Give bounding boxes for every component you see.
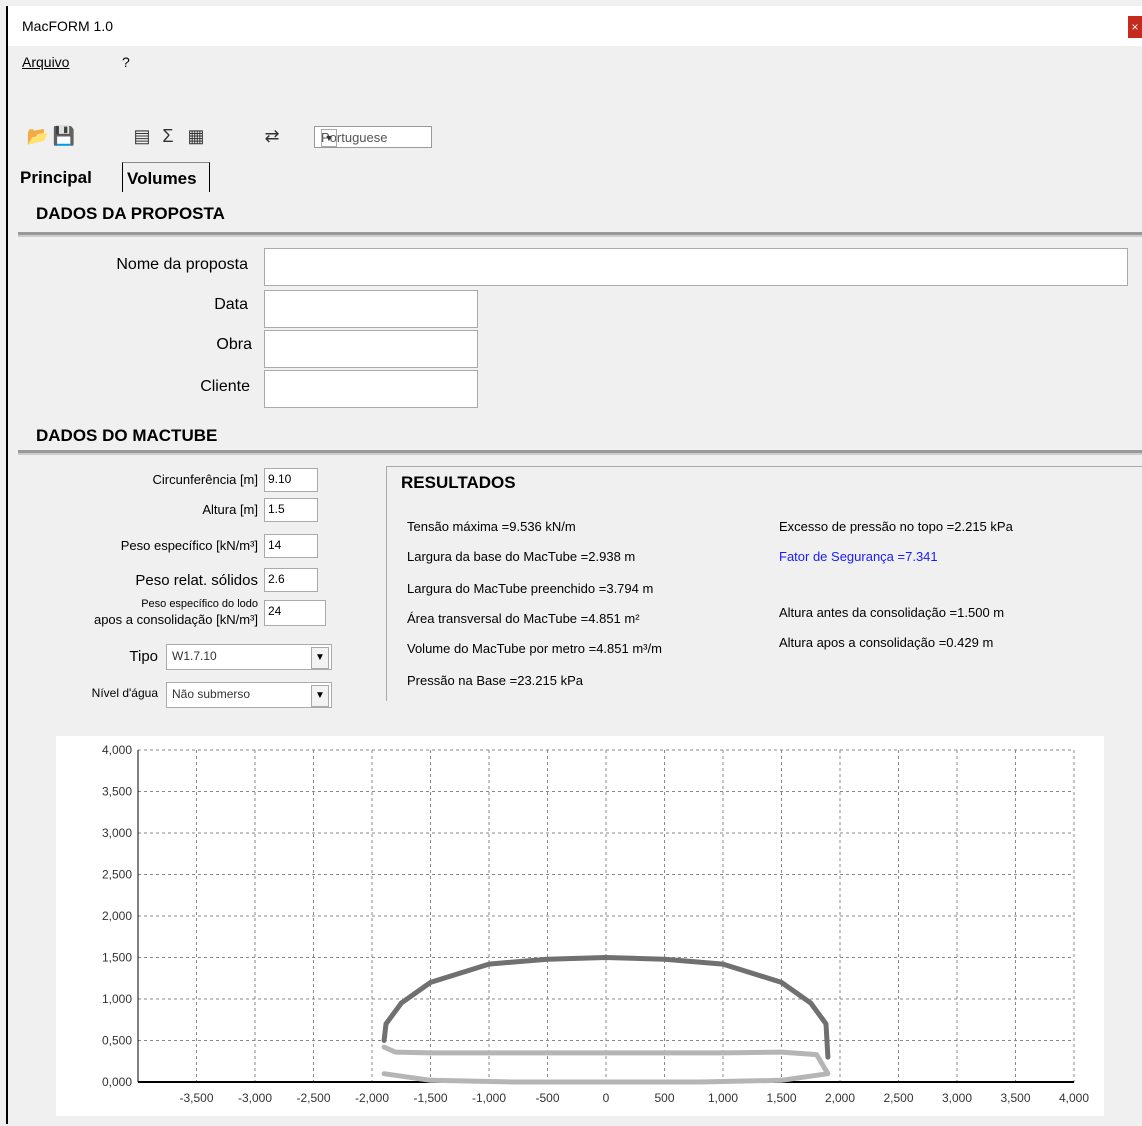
x-tick-label: 2,000	[825, 1091, 855, 1105]
sludge-weight-label-2: apos a consolidação [kN/m³]	[93, 612, 258, 627]
sludge-weight-field[interactable]: 24	[264, 600, 326, 626]
profile-chart: 0,000 0,500 1,000 1,500 2,000 2,500 3,000 3,500…	[102, 743, 1089, 1105]
mactube-section-title: DADOS DO MACTUBE	[36, 426, 218, 445]
client-label: Cliente	[200, 378, 250, 395]
save-icon[interactable]: 💾	[52, 124, 76, 148]
x-tick-label: 0	[603, 1091, 610, 1105]
window-title: MacFORM 1.0	[22, 18, 114, 34]
date-label: Data	[214, 296, 248, 313]
title-bar: MacFORM 1.0 ×	[8, 6, 1142, 46]
height-label: Altura [m]	[202, 502, 258, 517]
y-tick-label: 3,500	[102, 785, 132, 799]
x-tick-label: -2,000	[355, 1091, 389, 1105]
y-tick-label: 3,000	[102, 826, 132, 840]
top-pressure: Excesso de pressão no topo =2.215 kPa	[779, 519, 1013, 534]
x-tick-label: 4,000	[1059, 1091, 1089, 1105]
date-field[interactable]	[264, 290, 478, 328]
work-field[interactable]	[264, 330, 478, 368]
y-tick-label: 1,500	[102, 951, 132, 965]
language-select[interactable]: Portuguese ▼	[314, 126, 432, 148]
base-width: Largura da base do MacTube =2.938 m	[407, 549, 636, 564]
height-field[interactable]: 1.5	[264, 498, 318, 522]
x-tick-label: -3,500	[179, 1091, 213, 1105]
cross-section-area: Área transversal do MacTube =4.851 m²	[407, 611, 640, 626]
x-tick-label: -3,000	[238, 1091, 272, 1105]
specific-weight-field[interactable]: 14	[264, 534, 318, 558]
volume-per-meter: Volume do MacTube por metro =4.851 m³/m	[407, 641, 662, 656]
x-tick-label: -2,500	[296, 1091, 330, 1105]
relative-weight-field[interactable]: 2.6	[264, 568, 318, 592]
proposal-section-title: DADOS DA PROPOSTA	[36, 204, 225, 223]
x-tick-label: 1,000	[708, 1091, 738, 1105]
proposal-name-label: Nome da proposta	[116, 256, 248, 273]
type-label: Tipo	[129, 648, 158, 665]
safety-factor: Fator de Segurança =7.341	[779, 549, 938, 564]
divider	[18, 232, 1142, 237]
x-tick-label: -1,000	[472, 1091, 506, 1105]
chevron-down-icon: ▼	[311, 647, 329, 669]
client-field[interactable]	[264, 370, 478, 408]
chart-area: 0,000 0,500 1,000 1,500 2,000 2,500 3,000 3,500…	[56, 736, 1104, 1116]
menu-help[interactable]: ?	[122, 54, 130, 70]
height-before: Altura antes da consolidação =1.500 m	[779, 605, 1005, 620]
specific-weight-label: Peso específico [kN/m³]	[120, 538, 258, 553]
x-tick-label: -500	[535, 1091, 559, 1105]
work-label: Obra	[216, 336, 252, 353]
menu-file[interactable]: Arquivo	[22, 54, 69, 70]
circumference-label: Circunferência [m]	[152, 472, 258, 487]
x-tick-label: 3,500	[1000, 1091, 1030, 1105]
results-panel: RESULTADOS Tensão máxima =9.536 kN/m Lar…	[386, 466, 1142, 701]
type-value: W1.7.10	[172, 649, 217, 663]
chevron-down-icon: ▼	[321, 129, 337, 147]
x-tick-label: 2,500	[883, 1091, 913, 1105]
language-icon[interactable]: ⇄	[260, 124, 284, 148]
water-level-value: Não submerso	[172, 687, 251, 701]
sigma-icon[interactable]: Σ	[156, 124, 180, 148]
calculator-icon[interactable]: ▦	[184, 124, 208, 148]
x-tick-label: -1,500	[413, 1091, 447, 1105]
results-title: RESULTADOS	[401, 473, 516, 492]
y-tick-label: 2,500	[102, 868, 132, 882]
divider	[18, 450, 1142, 455]
tab-principal[interactable]: Principal	[16, 162, 114, 192]
y-tick-label: 0,500	[102, 1034, 132, 1048]
x-tick-label: 3,000	[942, 1091, 972, 1105]
max-tension: Tensão máxima =9.536 kN/m	[407, 519, 576, 534]
tab-volumes[interactable]: Volumes	[122, 162, 210, 192]
x-tick-label: 500	[654, 1091, 674, 1105]
proposal-name-field[interactable]	[264, 248, 1128, 286]
sludge-weight-label-1: Peso específico do lodo	[141, 598, 258, 610]
y-tick-label: 4,000	[102, 743, 132, 757]
x-tick-label: 1,500	[766, 1091, 796, 1105]
filled-width: Largura do MacTube preenchido =3.794 m	[407, 581, 654, 596]
y-tick-label: 0,000	[102, 1075, 132, 1089]
circumference-field[interactable]: 9.10	[264, 468, 318, 492]
open-folder-icon[interactable]: 📂	[26, 124, 50, 148]
base-pressure: Pressão na Base =23.215 kPa	[407, 673, 583, 688]
chevron-down-icon: ▼	[311, 685, 329, 707]
app-window: MacFORM 1.0 × Arquivo ? 📂 💾 ▤ Σ ▦ ⇄ Port…	[6, 6, 1142, 1124]
y-tick-label: 2,000	[102, 909, 132, 923]
height-after: Altura apos a consolidação =0.429 m	[779, 635, 994, 650]
type-select[interactable]: W1.7.10 ▼	[166, 644, 332, 670]
close-icon[interactable]: ×	[1128, 16, 1142, 38]
relative-weight-label: Peso relat. sólidos	[135, 572, 258, 589]
y-tick-label: 1,000	[102, 992, 132, 1006]
water-level-select[interactable]: Não submerso ▼	[166, 682, 332, 708]
report-icon[interactable]: ▤	[130, 124, 154, 148]
water-level-label: Nível d'água	[91, 686, 158, 700]
